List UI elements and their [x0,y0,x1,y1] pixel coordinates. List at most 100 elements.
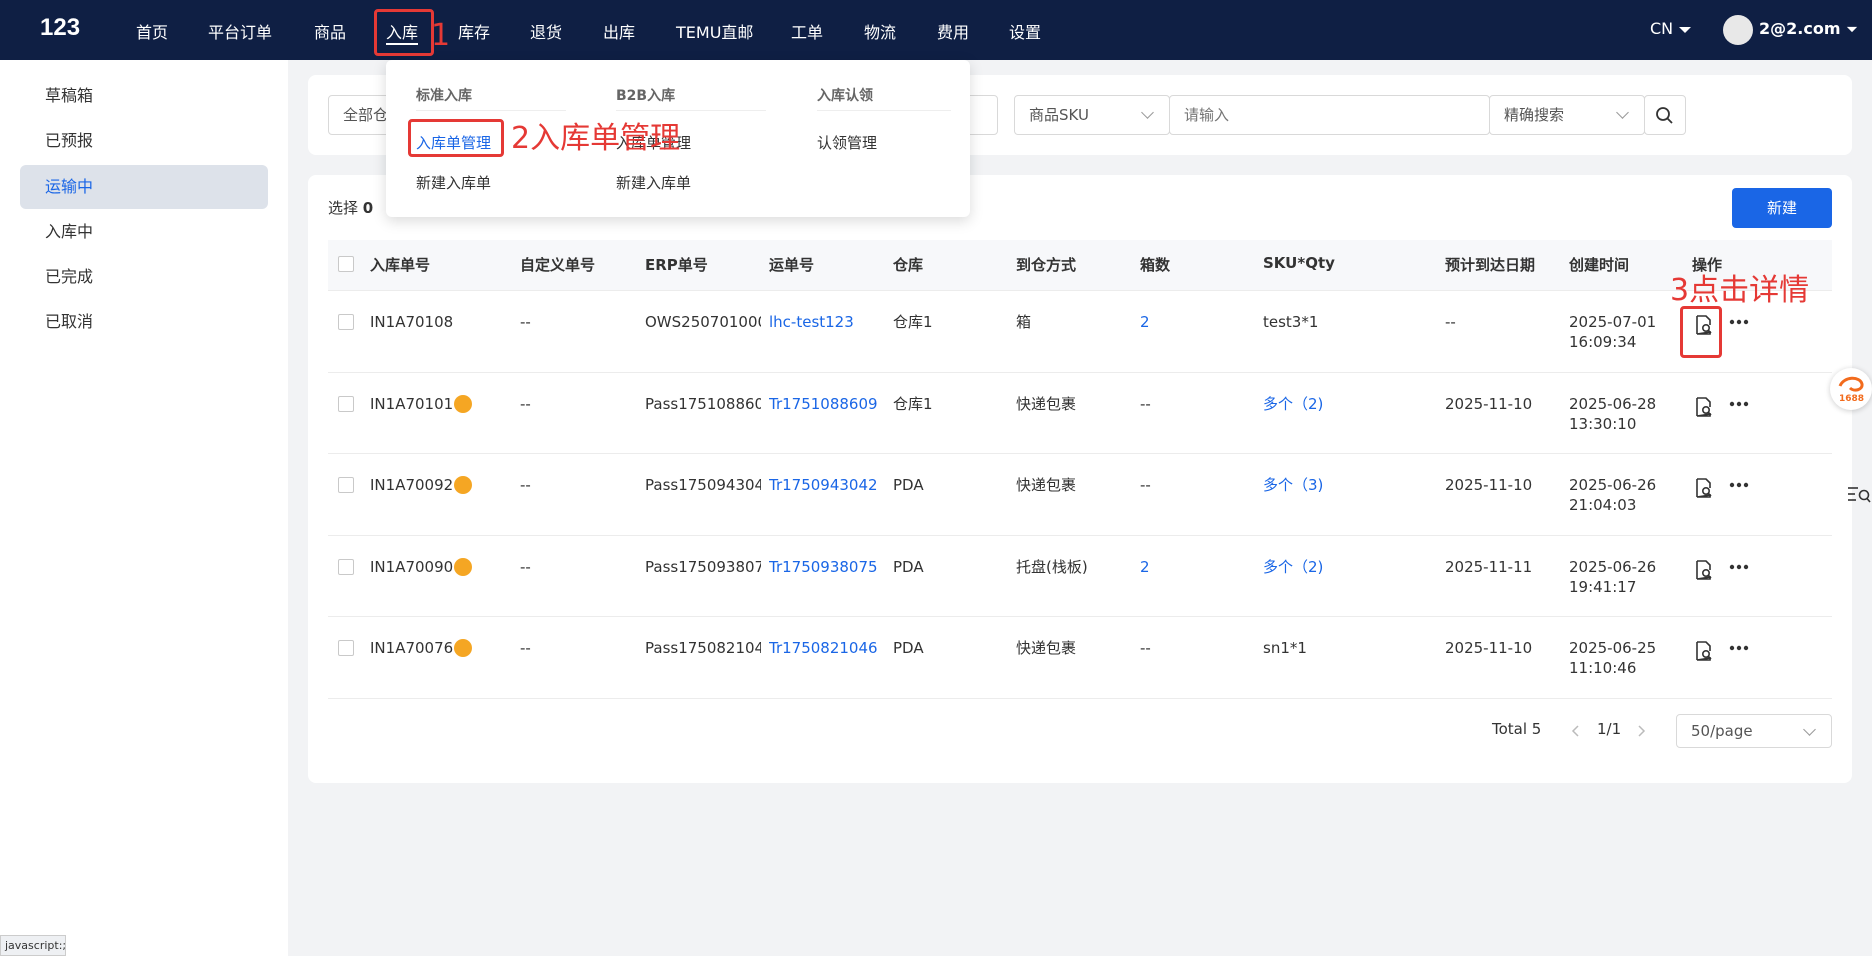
nav-item-inventory[interactable]: 库存 [458,19,490,43]
nav-item-temu-direct[interactable]: TEMU直邮 [676,19,753,43]
inbound-no-text: IN1A70092 [370,476,454,494]
sidebar-item-receiving[interactable]: 入库中 [20,210,268,254]
divider [817,110,951,111]
more-icon[interactable] [1728,318,1750,326]
message-badge-icon[interactable] [454,557,473,576]
waybill-link[interactable]: lhc-test123 [769,312,854,332]
page-size-value: 50/page [1691,722,1753,740]
selection-label: 选择 [328,199,359,217]
prev-page-icon[interactable] [1571,724,1581,738]
select-all-checkbox[interactable] [338,256,354,272]
nav-item-returns[interactable]: 退货 [530,19,562,43]
nav-item-outbound[interactable]: 出库 [603,19,635,43]
inbound-no[interactable]: IN1A70101 [370,394,473,414]
sidebar-item-completed[interactable]: 已完成 [20,255,268,299]
more-icon[interactable] [1728,644,1750,652]
message-badge-icon[interactable] [454,638,473,657]
user-menu[interactable]: 2@2.com [1759,19,1858,38]
page-size-select[interactable]: 50/page [1676,714,1832,748]
column-header-sku-qty: SKU*Qty [1263,254,1335,272]
search-button[interactable] [1644,95,1686,135]
waybill-link[interactable]: Tr1750821046 [769,638,878,658]
eta: 2025-11-11 [1445,558,1533,576]
more-icon[interactable] [1728,400,1750,408]
inbound-no-text: IN1A70076 [370,639,454,657]
custom-no: -- [520,639,531,657]
sku-qty-link[interactable]: 多个（3) [1263,475,1323,495]
detail-icon[interactable] [1692,477,1714,499]
annotation-box-2 [408,119,504,157]
browser-status-bar: javascript:; [0,935,66,956]
sidebar-item-forecasted[interactable]: 已预报 [20,119,268,163]
inbound-no[interactable]: IN1A70090 [370,557,473,577]
menu-group-inbound-claim: 入库认领 [817,88,873,104]
divider [328,372,1832,373]
next-page-icon[interactable] [1636,724,1646,738]
sku-type-select-value: 商品SKU [1029,106,1089,124]
row-checkbox[interactable] [338,314,354,330]
detail-icon[interactable] [1692,396,1714,418]
detail-icon[interactable] [1692,640,1714,662]
sidebar-item-cancelled[interactable]: 已取消 [20,300,268,344]
sidebar-item-in-transit[interactable]: 运输中 [20,165,268,209]
erp-no: Pass1750938075 [645,558,761,576]
sku-qty-link[interactable]: 多个（2) [1263,394,1323,414]
sidebar-item-drafts[interactable]: 草稿箱 [20,74,268,118]
selection-count: 选择 0 [328,197,373,218]
language-switch[interactable]: CN [1650,19,1692,38]
created-time: 21:04:03 [1569,496,1637,514]
boxes: -- [1140,639,1151,657]
row-checkbox[interactable] [338,477,354,493]
boxes-link[interactable]: 2 [1140,312,1150,332]
custom-no: -- [520,313,531,331]
row-checkbox[interactable] [338,559,354,575]
search-icon [1656,107,1673,124]
nav-item-products[interactable]: 商品 [314,19,346,43]
match-mode-select[interactable]: 精确搜索 [1489,95,1645,135]
pagination-total: Total 5 [1492,720,1542,738]
nav-item-logistics[interactable]: 物流 [864,19,896,43]
menu-item-new-inbound-order[interactable]: 新建入库单 [416,172,491,193]
inbound-no[interactable]: IN1A70092 [370,475,473,495]
created-date: 2025-06-25 [1569,639,1657,657]
menu-item-claim-management[interactable]: 认领管理 [817,132,877,153]
app-logo[interactable]: 123 [40,14,80,42]
waybill-link[interactable]: Tr1750943042 [769,475,878,495]
eta: 2025-11-10 [1445,476,1533,494]
column-header-custom-no: 自定义单号 [520,256,596,274]
avatar[interactable] [1723,15,1753,45]
waybill-link[interactable]: Tr1751088609 [769,394,878,414]
1688-widget[interactable]: 1688 [1830,368,1872,410]
row-checkbox[interactable] [338,640,354,656]
nav-item-platform-orders[interactable]: 平台订单 [208,19,272,43]
detail-icon[interactable] [1692,559,1714,581]
waybill-link[interactable]: Tr1750938075 [769,557,878,577]
sku-qty-link[interactable]: 多个（2) [1263,557,1323,577]
nav-item-home[interactable]: 首页 [136,19,168,43]
more-icon[interactable] [1728,481,1750,489]
inbound-no[interactable]: IN1A70076 [370,638,473,658]
divider [328,535,1832,536]
boxes: -- [1140,395,1151,413]
search-input[interactable] [1169,95,1490,135]
menu-item-b2b-new-inbound-order[interactable]: 新建入库单 [616,172,691,193]
nav-item-tickets[interactable]: 工单 [791,19,823,43]
message-badge-icon[interactable] [454,475,473,494]
nav-item-settings[interactable]: 设置 [1009,19,1041,43]
more-icon[interactable] [1728,563,1750,571]
divider [416,110,566,111]
nav-item-fees[interactable]: 费用 [937,19,969,43]
column-header-arrival-method: 到仓方式 [1016,256,1077,274]
row-checkbox[interactable] [338,396,354,412]
selection-count-value: 0 [362,199,374,217]
boxes-link[interactable]: 2 [1140,557,1150,577]
sidebar: 草稿箱 已预报 运输中 入库中 已完成 已取消 [0,60,288,956]
inbound-no[interactable]: IN1A70108 [370,312,453,332]
new-button[interactable]: 新建 [1732,188,1832,228]
message-badge-icon[interactable] [454,394,473,413]
list-search-icon[interactable] [1846,484,1872,506]
divider [616,110,766,111]
annotation-box-1 [374,9,434,56]
sku-type-select[interactable]: 商品SKU [1014,95,1170,135]
column-header-boxes: 箱数 [1140,256,1171,274]
